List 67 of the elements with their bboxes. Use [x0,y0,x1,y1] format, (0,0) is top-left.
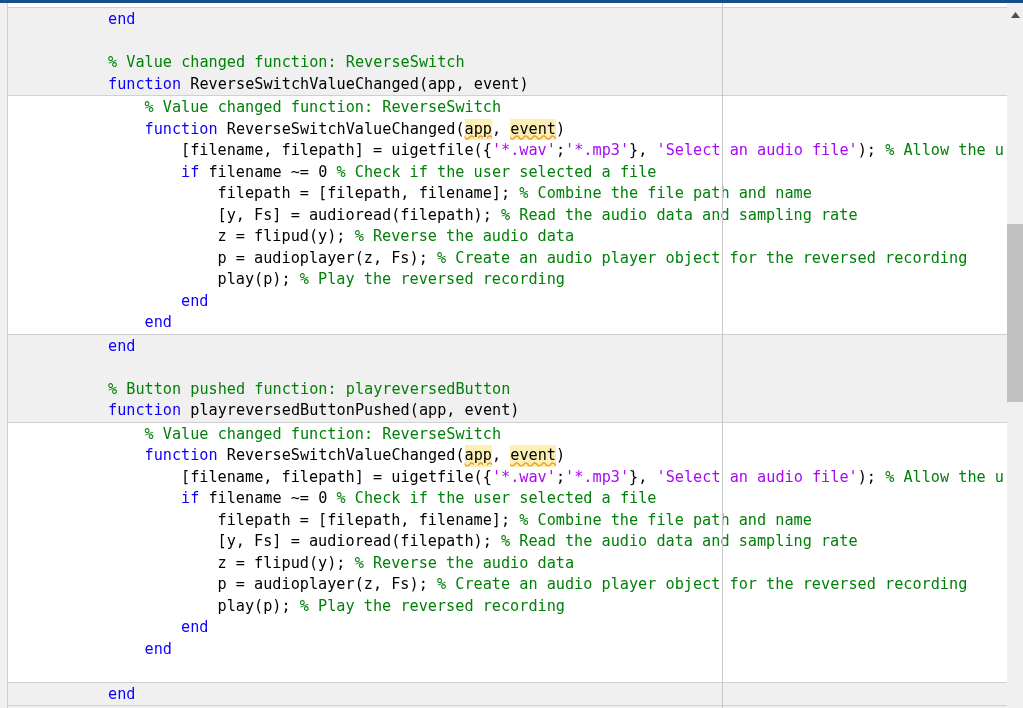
keyword: end [144,638,172,660]
string-literal: '*.mp3' [565,466,630,488]
highlighted-variable: app [464,445,492,467]
code-text: ; [555,140,566,161]
code-text: play(p); [217,269,292,290]
code-text: ); [857,140,877,161]
code-text: , [492,445,503,466]
keyword: end [108,335,136,357]
keyword: end [181,617,209,638]
code-text: ReverseSwitchValueChanged( [226,118,465,140]
string-literal: 'Select an audio file' [656,140,858,161]
highlighted-variable: event [510,118,556,140]
keyword: function [108,400,183,421]
comment: % Value changed function: ReverseSwitch [144,423,502,445]
code-text: filename ~= 0 [208,161,329,183]
keyword: function [144,118,219,140]
comment: % Check if the user selected a file [336,488,657,509]
code-text: ) [556,445,566,466]
code-text: ) [556,118,566,140]
comment: % Play the reversed recording [299,269,565,290]
code-text: }, [629,140,649,161]
code-text: filepath = [filepath, filename]; [217,509,512,531]
highlighted-variable: app [464,118,492,140]
code-text: z = flipud(y); [217,552,347,574]
comment: % Allow the u [885,466,1004,488]
code-text: filename ~= 0 [208,488,329,509]
comment: % Check if the user selected a file [336,161,657,183]
keyword: if [181,161,201,183]
comment: % Value changed function: ReverseSwitch [144,97,502,118]
string-literal: '*.wav' [491,140,556,161]
string-literal: '*.wav' [491,466,556,488]
string-literal: 'Select an audio file' [656,466,858,488]
comment: % Create an audio player object for the reversed recording [436,574,968,595]
scroll-up-icon[interactable] [1010,12,1020,18]
comment: % Create an audio player object for the reversed recording [436,247,968,269]
comment: % Allow the u [885,140,1004,161]
keyword: function [144,445,219,466]
code-text: ; [555,466,566,488]
code-text: ); [857,466,877,488]
code-text: filepath = [filepath, filename]; [217,183,512,204]
code-text: p = audioplayer(z, Fs); [217,574,429,595]
keyword: end [108,683,136,705]
comment: % Reverse the audio data [354,552,575,574]
code-text: [y, Fs] = audioread(filepath); [217,204,493,226]
keyword: end [108,9,136,30]
code-text: playreversedButtonPushed(app, event) [190,400,520,421]
comment: % Value changed function: ReverseSwitch [108,52,465,73]
keyword: if [181,488,201,509]
highlighted-variable: event [510,445,556,467]
scrollbar-thumb[interactable] [1007,224,1023,402]
string-literal: '*.mp3' [565,140,630,161]
code-text: }, [629,466,649,488]
code-text: ReverseSwitchValueChanged( [226,445,465,466]
comment: % Button pushed function: playreversedButton [108,378,511,400]
keyword: function [108,73,183,95]
keyword: end [144,312,172,333]
comment: % Play the reversed recording [299,595,565,617]
code-text: ReverseSwitchValueChanged(app, event) [190,73,529,95]
code-text: z = flipud(y); [217,226,347,247]
code-text: , [492,118,503,140]
code-text: play(p); [217,595,292,617]
keyword: end [181,290,209,312]
code-text: [filename, filepath] = uigetfile({ [181,466,492,488]
comment: % Reverse the audio data [354,226,575,247]
code-text: [filename, filepath] = uigetfile({ [181,140,492,161]
code-text: p = audioplayer(z, Fs); [217,247,429,269]
code-text: [y, Fs] = audioread(filepath); [217,531,493,552]
